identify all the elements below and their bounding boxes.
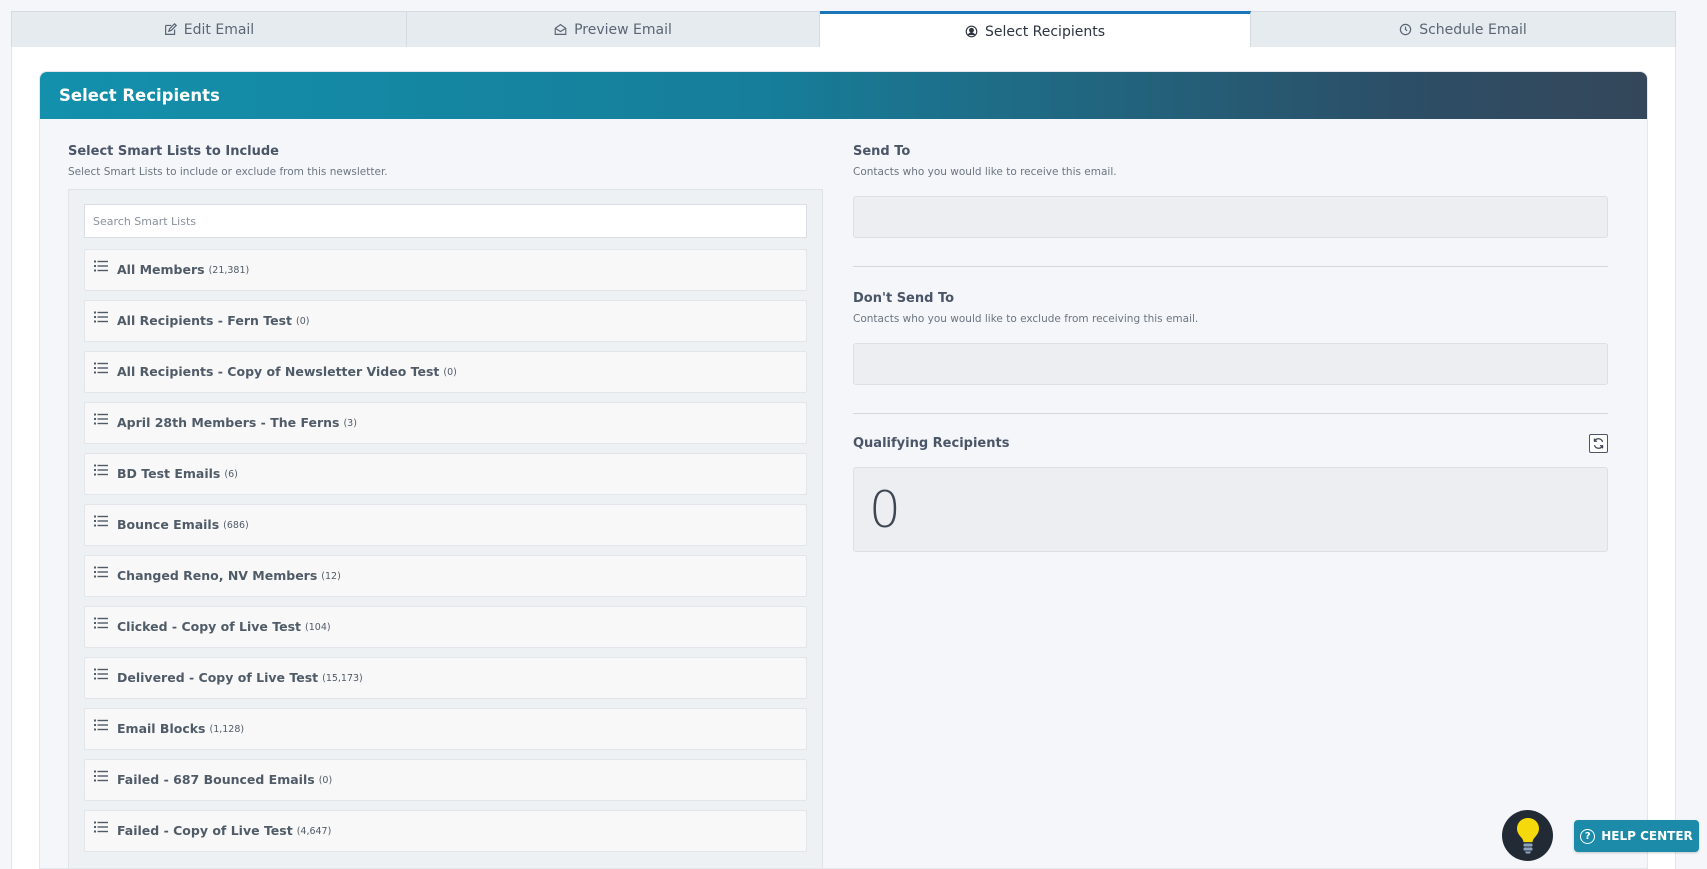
smart-list-count: (15,173) <box>322 672 363 684</box>
smart-list-name: Changed Reno, NV Members <box>117 567 318 583</box>
edit-icon <box>164 23 177 35</box>
list-icon <box>94 617 108 629</box>
lightbulb-icon <box>1516 817 1539 853</box>
smart-list-count: (4,647) <box>296 825 332 837</box>
list-icon <box>94 770 108 782</box>
search-smart-lists-input[interactable] <box>84 204 807 238</box>
smart-list-item[interactable]: April 28th Members - The Ferns (3) <box>84 402 807 444</box>
smart-list-name: BD Test Emails <box>117 465 221 481</box>
smart-list-count: (686) <box>223 519 249 531</box>
qualifying-header: Qualifying Recipients <box>853 434 1608 453</box>
main-panel: Select Recipients Select Smart Lists to … <box>11 47 1676 869</box>
smart-lists-box: All Members(21,381) All Recipients - Fern… <box>68 189 823 868</box>
smart-list-name: Delivered - Copy of Live Test <box>117 669 319 685</box>
smart-list-name: All Recipients - Fern Test <box>117 312 292 328</box>
smart-list-count: (1,128) <box>209 723 245 735</box>
list-icon <box>94 413 108 425</box>
question-icon: ? <box>1580 828 1596 844</box>
smart-list-item[interactable]: Changed Reno, NV Members (12) <box>84 555 807 597</box>
send-to-title: Send To <box>853 144 911 159</box>
smart-list-count: (3) <box>343 417 357 429</box>
smart-list-item[interactable]: BD Test Emails (6) <box>84 453 807 495</box>
send-to-description: Contacts who you would like to receive t… <box>853 166 1117 178</box>
smart-lists-description: Select Smart Lists to include or exclude… <box>68 166 388 178</box>
user-circle-icon <box>965 25 978 38</box>
list-icon <box>94 821 108 833</box>
list-icon <box>94 260 108 272</box>
smart-list-name: April 28th Members - The Ferns <box>117 414 340 430</box>
tab-edit-email[interactable]: Edit Email <box>12 12 407 47</box>
recipients-section: Send To Contacts who you would like to r… <box>853 144 1608 552</box>
tab-label: Preview Email <box>574 21 672 38</box>
smart-list-count: (0) <box>318 774 333 786</box>
tab-preview-email[interactable]: Preview Email <box>407 12 820 47</box>
smart-list-item[interactable]: Failed - 687 Bounced Emails (0) <box>84 759 807 801</box>
dont-send-to-description: Contacts who you would like to exclude f… <box>853 313 1199 325</box>
smart-list-name: Clicked - Copy of Live Test <box>117 618 302 634</box>
divider <box>853 413 1608 414</box>
smart-list-count: (104) <box>305 621 331 633</box>
list-icon <box>94 566 108 578</box>
smart-list-item[interactable]: Failed - Copy of Live Test (4,647) <box>84 810 807 852</box>
smart-list-item[interactable]: All Members (21,381) <box>84 249 807 291</box>
list-icon <box>94 719 108 731</box>
envelope-open-icon <box>554 23 567 35</box>
smart-list-item[interactable]: Clicked - Copy of Live Test (104) <box>84 606 807 648</box>
refresh-icon <box>1593 438 1604 449</box>
recipients-card: Select Recipients Select Smart Lists to … <box>39 71 1648 869</box>
tab-schedule-email[interactable]: Schedule Email <box>1251 12 1675 47</box>
dont-send-to-dropzone[interactable] <box>853 343 1608 385</box>
help-center-button[interactable]: ? HELP CENTER <box>1574 820 1699 852</box>
qualifying-title: Qualifying Recipients <box>853 436 1010 451</box>
tab-label: Schedule Email <box>1419 21 1527 38</box>
smart-list-name: All Members <box>117 261 205 277</box>
list-icon <box>94 668 108 680</box>
smart-list-name: Failed - Copy of Live Test <box>117 822 293 838</box>
smart-list-count: (12) <box>321 570 341 582</box>
smart-list-count: (21,381) <box>208 264 250 276</box>
smart-list-name: All Recipients - Copy of Newsletter Vide… <box>117 363 440 379</box>
refresh-button[interactable] <box>1589 434 1608 453</box>
help-center-label: HELP CENTER <box>1601 829 1693 843</box>
smart-list-item[interactable]: Email Blocks (1,128) <box>84 708 807 750</box>
tab-label: Edit Email <box>183 21 255 38</box>
smart-list-count: (0) <box>296 315 310 327</box>
list-icon <box>94 311 108 323</box>
smart-list-name: Bounce Emails <box>117 516 220 532</box>
smart-list-name: Email Blocks <box>117 720 206 736</box>
smart-list-item[interactable]: Bounce Emails (686) <box>84 504 807 546</box>
smart-list-item[interactable]: Delivered - Copy of Live Test (15,173) <box>84 657 807 699</box>
qualifying-count: 0 <box>869 480 901 539</box>
smart-list-item[interactable]: All Recipients - Copy of Newsletter Vide… <box>84 351 807 393</box>
smart-list-count: (0) <box>443 366 457 378</box>
smart-list-count: (6) <box>224 468 238 480</box>
list-icon <box>94 362 108 374</box>
divider <box>853 266 1608 267</box>
smart-lists: All Members (21,381) All Recipients - Fern… <box>84 249 807 852</box>
qualifying-count-box: 0 <box>853 467 1608 552</box>
tab-label: Select Recipients <box>985 23 1105 40</box>
smart-list-item[interactable]: All Recipients - Fern Test (0) <box>84 300 807 342</box>
dont-send-to-title: Don't Send To <box>853 291 955 306</box>
card-header: Select Recipients <box>40 72 1647 119</box>
send-to-dropzone[interactable] <box>853 196 1608 238</box>
list-icon <box>94 464 108 476</box>
clock-icon <box>1399 23 1412 36</box>
list-icon <box>94 515 108 527</box>
smart-list-name: Failed - 687 Bounced Emails <box>117 771 315 787</box>
tab-select-recipients[interactable]: Select Recipients <box>820 11 1251 49</box>
tab-bar: Edit Email Preview Email Select Recipien… <box>11 11 1676 49</box>
smart-lists-title: Select Smart Lists to Include <box>68 144 279 159</box>
card-title: Select Recipients <box>59 86 220 105</box>
smart-lists-section: Select Smart Lists to Include Select Sma… <box>68 144 825 868</box>
lightbulb-button[interactable] <box>1502 810 1553 861</box>
